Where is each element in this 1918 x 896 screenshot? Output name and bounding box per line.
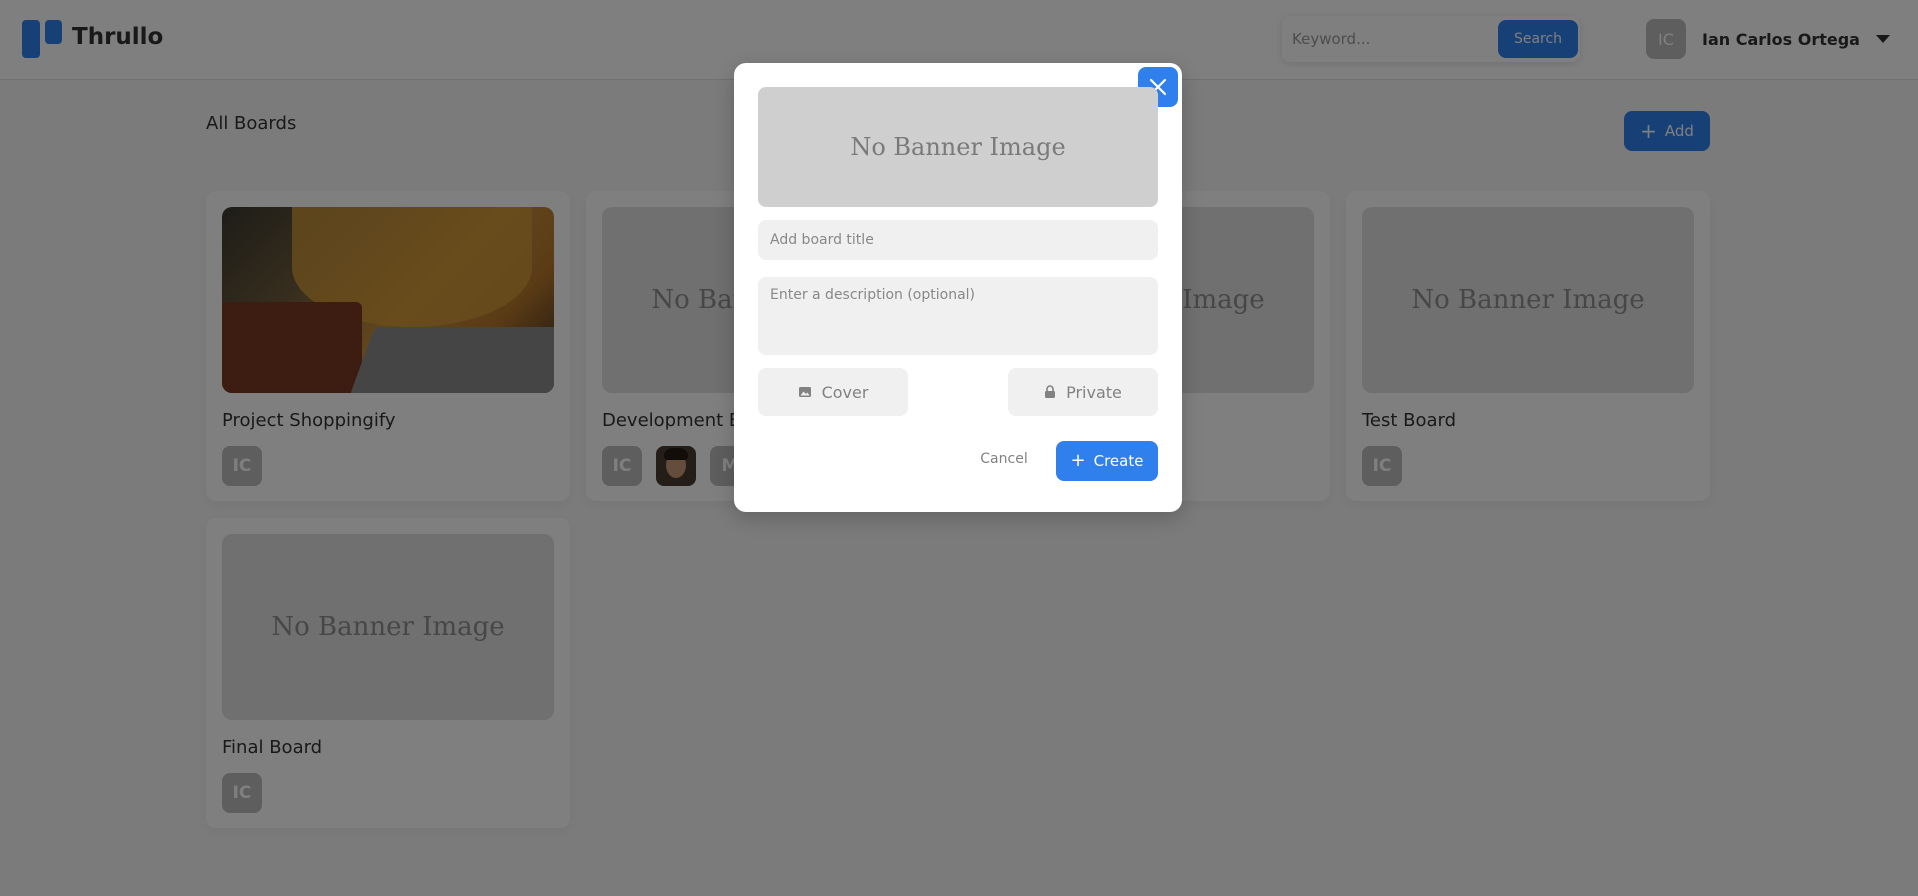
lock-icon bbox=[1044, 385, 1056, 399]
board-title-input[interactable] bbox=[758, 220, 1158, 260]
create-button[interactable]: + Create bbox=[1056, 441, 1158, 481]
board-description-input[interactable] bbox=[758, 277, 1158, 355]
cover-button[interactable]: Cover bbox=[758, 368, 908, 416]
plus-icon: + bbox=[1070, 450, 1086, 471]
create-label: Create bbox=[1093, 452, 1144, 470]
create-board-modal: No Banner Image Cover Private Cancel + C… bbox=[734, 63, 1182, 512]
cancel-button[interactable]: Cancel bbox=[966, 441, 1042, 477]
cover-label: Cover bbox=[821, 382, 869, 402]
image-icon bbox=[798, 385, 812, 399]
private-button[interactable]: Private bbox=[1008, 368, 1158, 416]
modal-banner-placeholder: No Banner Image bbox=[758, 87, 1158, 207]
no-banner-text: No Banner Image bbox=[850, 133, 1066, 161]
private-label: Private bbox=[1066, 382, 1122, 402]
